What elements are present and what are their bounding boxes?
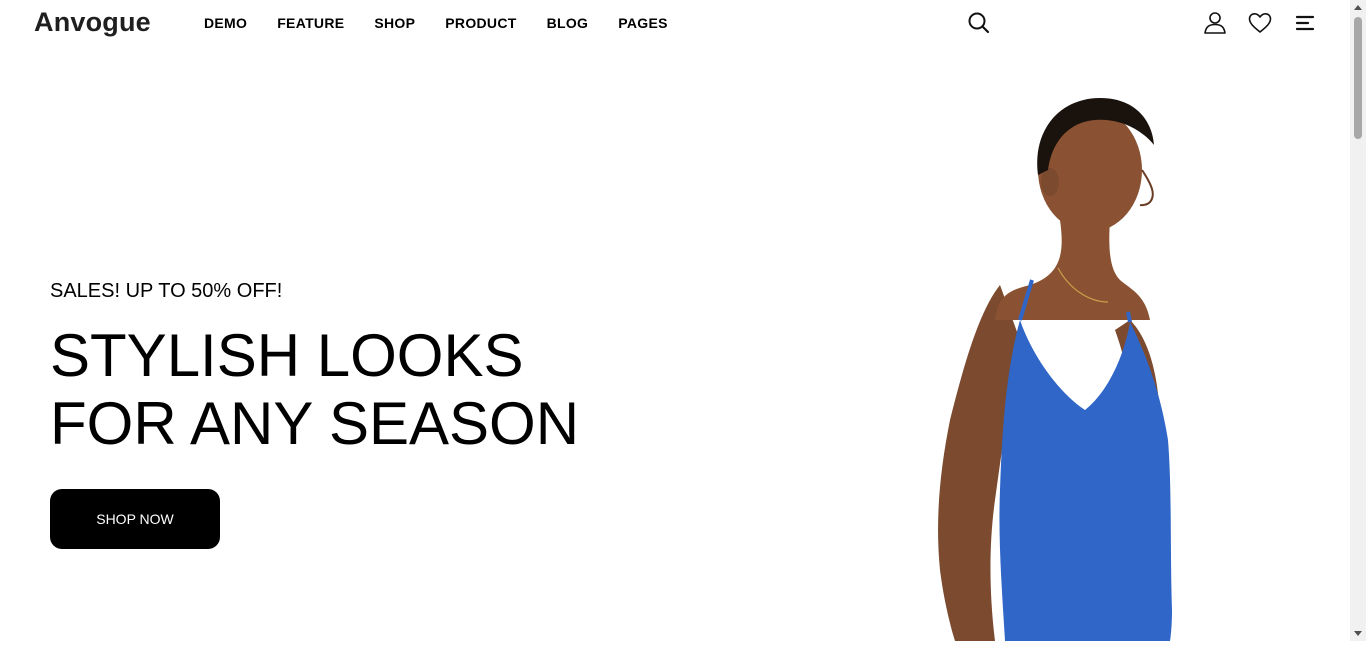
main-nav: DEMO FEATURE SHOP PRODUCT BLOG PAGES: [204, 15, 698, 31]
scroll-thumb[interactable]: [1354, 17, 1362, 139]
headline-line-2: FOR ANY SEASON: [50, 390, 580, 457]
nav-item-blog[interactable]: BLOG: [547, 15, 589, 31]
hero-headline: STYLISH LOOKS FOR ANY SEASON: [50, 322, 579, 458]
scroll-up-arrow-icon[interactable]: [1354, 5, 1362, 10]
headline-line-1: STYLISH LOOKS: [50, 322, 524, 389]
nav-item-demo[interactable]: DEMO: [204, 15, 247, 31]
search-icon[interactable]: [966, 10, 992, 36]
nav-item-feature[interactable]: FEATURE: [277, 15, 344, 31]
hero-model-image: [910, 90, 1240, 641]
user-icon[interactable]: [1202, 10, 1228, 36]
menu-icon[interactable]: [1292, 10, 1318, 36]
heart-icon[interactable]: [1247, 10, 1273, 36]
nav-item-product[interactable]: PRODUCT: [445, 15, 516, 31]
nav-item-shop[interactable]: SHOP: [374, 15, 415, 31]
site-logo[interactable]: Anvogue: [34, 7, 151, 38]
nav-item-pages[interactable]: PAGES: [618, 15, 667, 31]
page-scrollbar[interactable]: [1350, 0, 1366, 641]
site-header: Anvogue DEMO FEATURE SHOP PRODUCT BLOG P…: [0, 0, 1350, 46]
hero-subtitle: SALES! UP TO 50% OFF!: [50, 280, 283, 302]
scroll-down-arrow-icon[interactable]: [1354, 631, 1362, 636]
shop-now-button[interactable]: SHOP NOW: [50, 489, 220, 549]
